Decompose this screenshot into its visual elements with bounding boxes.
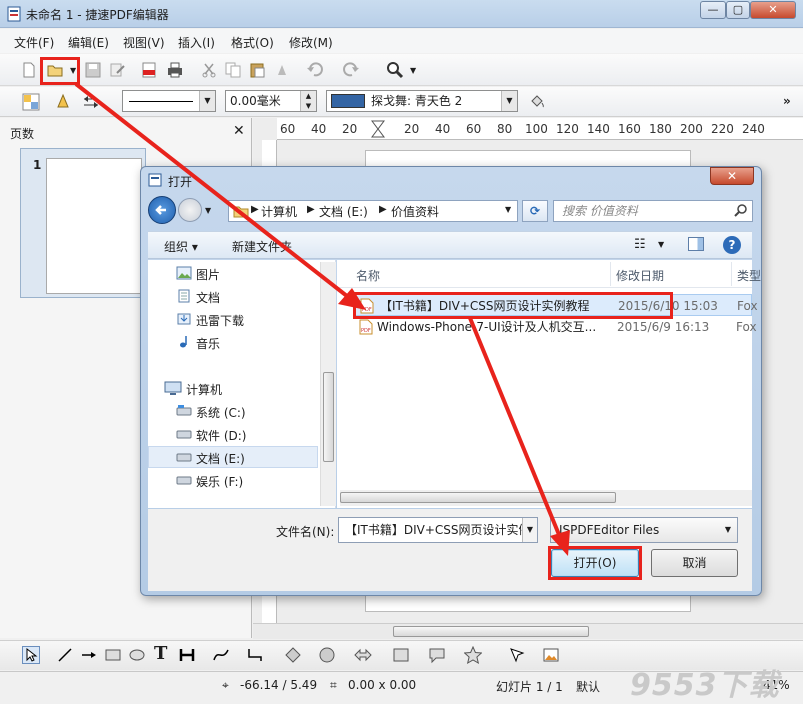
annotation-arrows <box>74 82 570 556</box>
watermark-logo: 9553下载 <box>630 668 780 703</box>
